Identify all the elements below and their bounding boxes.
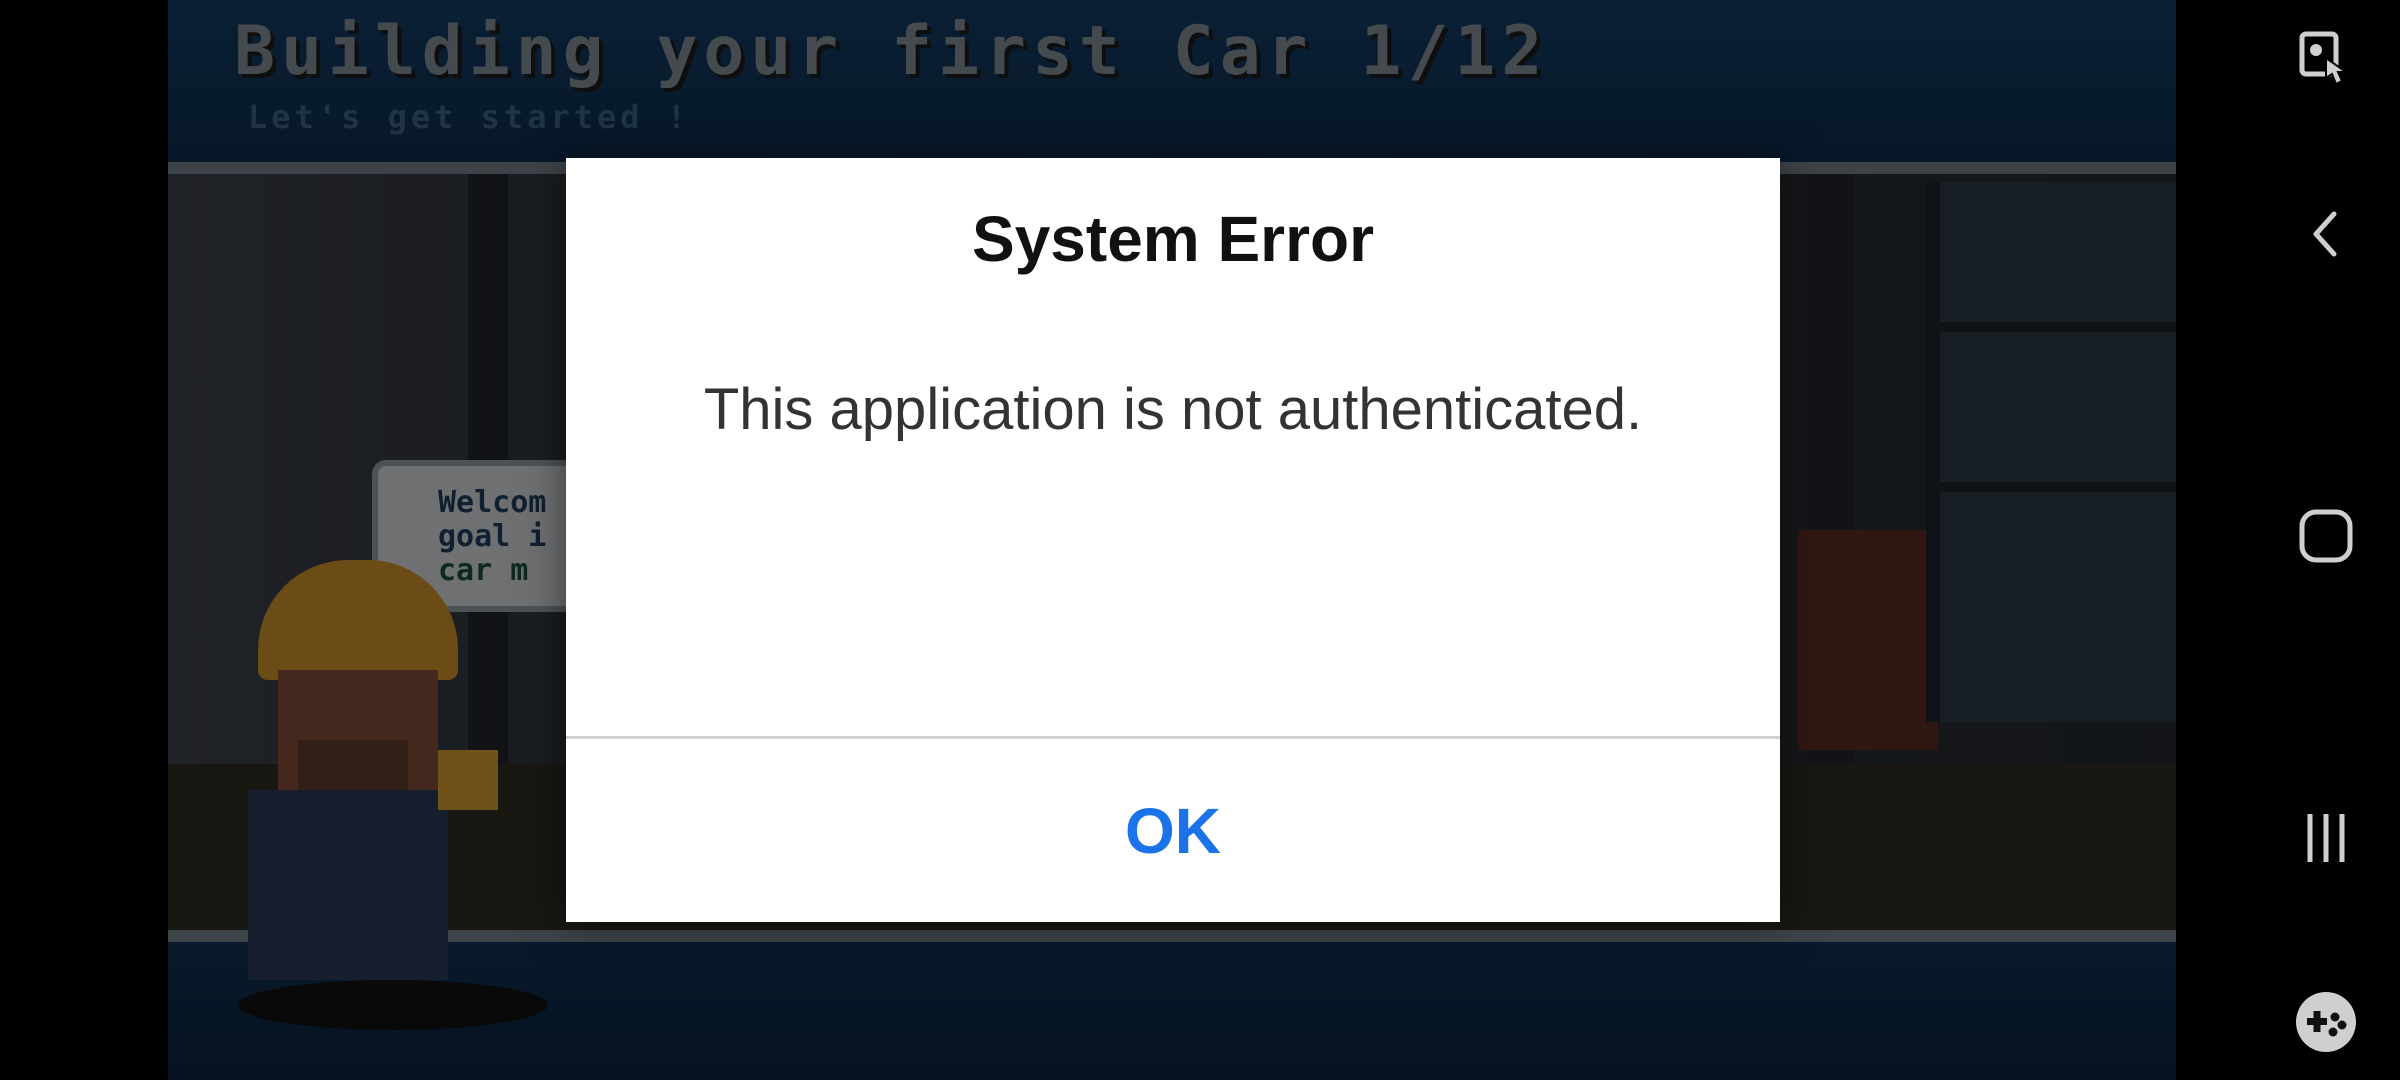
screenshot-edit-icon[interactable] xyxy=(2276,8,2376,108)
ok-button[interactable]: OK xyxy=(566,740,1780,922)
game-tools-icon[interactable] xyxy=(2276,972,2376,1072)
system-error-dialog: System Error This application is not aut… xyxy=(566,158,1780,922)
dialog-divider xyxy=(566,736,1780,739)
back-icon[interactable] xyxy=(2276,184,2376,284)
dialog-message: This application is not authenticated. xyxy=(703,377,1643,442)
recent-apps-icon[interactable] xyxy=(2276,788,2376,888)
dialog-title: System Error xyxy=(972,203,1374,275)
home-icon[interactable] xyxy=(2276,486,2376,586)
